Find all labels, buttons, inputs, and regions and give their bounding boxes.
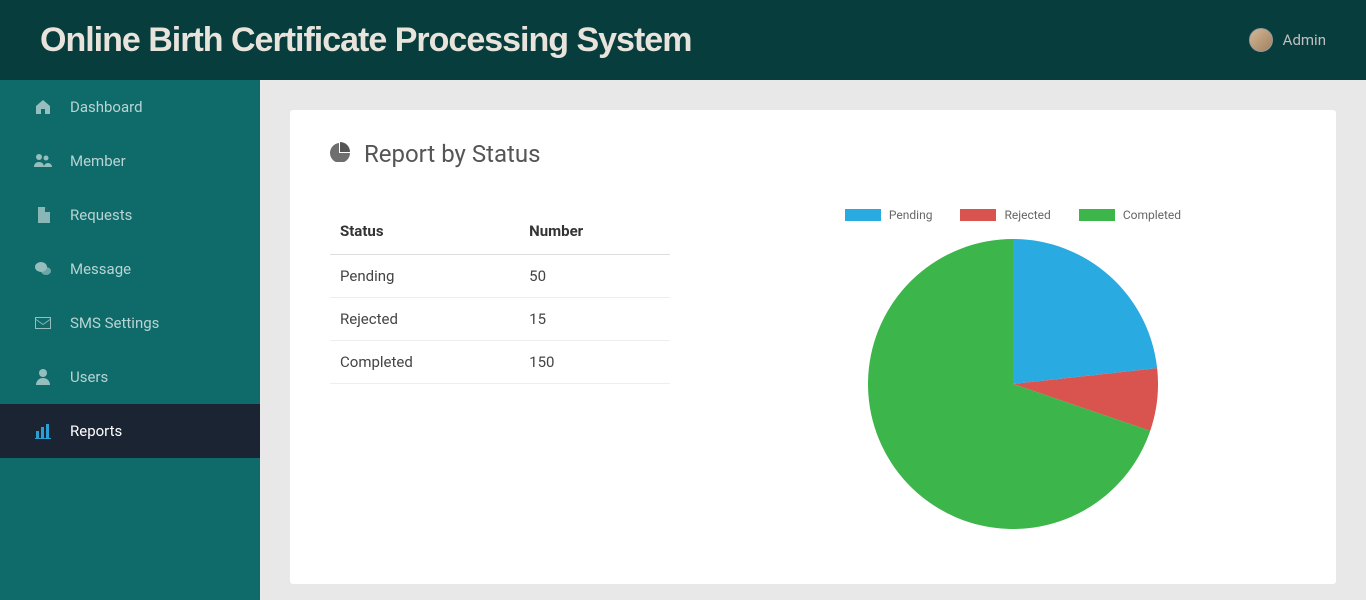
content-row: Status Number Pending 50 Rejected bbox=[330, 208, 1296, 534]
table-row: Pending 50 bbox=[330, 255, 670, 298]
pie-chart-icon bbox=[330, 140, 350, 168]
users-icon bbox=[34, 153, 52, 169]
report-card: Report by Status Status Number Pe bbox=[290, 110, 1336, 584]
status-table-wrapper: Status Number Pending 50 Rejected bbox=[330, 208, 670, 534]
sidebar-item-dashboard[interactable]: Dashboard bbox=[0, 80, 260, 134]
cell-status: Rejected bbox=[330, 298, 519, 341]
legend-label: Pending bbox=[889, 208, 933, 222]
user-label: Admin bbox=[1283, 31, 1326, 49]
cell-number: 15 bbox=[519, 298, 670, 341]
bar-chart-icon bbox=[34, 423, 52, 439]
cell-status: Pending bbox=[330, 255, 519, 298]
legend-item-pending: Pending bbox=[845, 208, 933, 222]
user-menu[interactable]: Admin bbox=[1249, 28, 1326, 52]
chart-column: Pending Rejected Completed bbox=[730, 208, 1296, 534]
user-icon bbox=[34, 369, 52, 385]
cell-number: 50 bbox=[519, 255, 670, 298]
pie-chart bbox=[863, 234, 1163, 534]
avatar bbox=[1249, 28, 1273, 52]
sidebar-item-label: Message bbox=[70, 260, 131, 278]
sidebar-item-sms-settings[interactable]: SMS Settings bbox=[0, 296, 260, 350]
sidebar: Dashboard Member Requests Message SMS Se… bbox=[0, 80, 260, 600]
cell-number: 150 bbox=[519, 341, 670, 384]
home-icon bbox=[34, 99, 52, 115]
chart-legend: Pending Rejected Completed bbox=[845, 208, 1181, 222]
chat-icon bbox=[34, 261, 52, 277]
header: Online Birth Certificate Processing Syst… bbox=[0, 0, 1366, 80]
sidebar-item-label: Users bbox=[70, 368, 108, 386]
legend-swatch bbox=[960, 209, 996, 221]
legend-item-rejected: Rejected bbox=[960, 208, 1050, 222]
sidebar-item-label: Member bbox=[70, 152, 126, 170]
main: Report by Status Status Number Pe bbox=[260, 80, 1366, 600]
col-status: Status bbox=[330, 208, 519, 255]
table-row: Rejected 15 bbox=[330, 298, 670, 341]
legend-swatch bbox=[845, 209, 881, 221]
status-table: Status Number Pending 50 Rejected bbox=[330, 208, 670, 384]
sidebar-item-requests[interactable]: Requests bbox=[0, 188, 260, 242]
col-number: Number bbox=[519, 208, 670, 255]
pie-slice-pending bbox=[1013, 239, 1157, 384]
legend-swatch bbox=[1079, 209, 1115, 221]
table-row: Completed 150 bbox=[330, 341, 670, 384]
envelope-icon bbox=[34, 317, 52, 329]
legend-item-completed: Completed bbox=[1079, 208, 1181, 222]
sidebar-item-label: Requests bbox=[70, 206, 132, 224]
app-title: Online Birth Certificate Processing Syst… bbox=[40, 21, 691, 60]
sidebar-item-label: Reports bbox=[70, 422, 122, 440]
legend-label: Rejected bbox=[1004, 208, 1050, 222]
sidebar-item-users[interactable]: Users bbox=[0, 350, 260, 404]
sidebar-item-reports[interactable]: Reports bbox=[0, 404, 260, 458]
sidebar-item-label: Dashboard bbox=[70, 98, 143, 116]
sidebar-item-message[interactable]: Message bbox=[0, 242, 260, 296]
sidebar-item-label: SMS Settings bbox=[70, 314, 159, 332]
legend-label: Completed bbox=[1123, 208, 1181, 222]
card-title-text: Report by Status bbox=[364, 140, 540, 168]
container: Dashboard Member Requests Message SMS Se… bbox=[0, 80, 1366, 600]
card-title: Report by Status bbox=[330, 140, 1296, 168]
sidebar-item-member[interactable]: Member bbox=[0, 134, 260, 188]
file-icon bbox=[34, 207, 52, 223]
cell-status: Completed bbox=[330, 341, 519, 384]
